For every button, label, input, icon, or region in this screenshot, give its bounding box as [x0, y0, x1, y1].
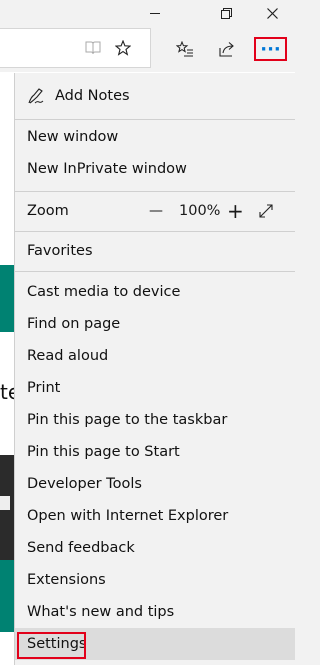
zoom-out-button[interactable]: —: [149, 195, 163, 227]
zoom-level-value: 100%: [179, 203, 221, 219]
menu-item-print[interactable]: Print: [15, 372, 295, 404]
full-screen-button[interactable]: [258, 195, 274, 227]
page-teal-block: [0, 265, 14, 332]
menu-item-whats-new[interactable]: What's new and tips: [15, 596, 295, 628]
close-icon: [266, 7, 278, 19]
page-partial-icon: [0, 496, 10, 510]
menu-item-label: Pin this page to the taskbar: [27, 412, 228, 428]
more-label: ···: [260, 38, 281, 60]
menu-separator: [15, 231, 295, 232]
settings-and-more-menu: Add Notes New window New InPrivate windo…: [14, 73, 295, 665]
title-bar: [0, 0, 295, 26]
menu-item-label: What's new and tips: [27, 604, 175, 620]
menu-item-label: Pin this page to Start: [27, 444, 180, 460]
book-icon: [85, 41, 101, 55]
menu-item-label: New window: [27, 129, 119, 145]
restore-button[interactable]: [206, 0, 246, 26]
minimize-icon: [150, 12, 160, 14]
menu-item-read-aloud[interactable]: Read aloud: [15, 340, 295, 372]
menu-item-favorites[interactable]: Favorites: [15, 235, 295, 267]
menu-item-label: Send feedback: [27, 540, 135, 556]
browser-toolbar: ···: [0, 26, 295, 72]
menu-separator: [15, 191, 295, 192]
menu-item-cast-media[interactable]: Cast media to device: [15, 276, 295, 308]
favorites-hub-button[interactable]: [170, 34, 200, 64]
settings-and-more-button[interactable]: ···: [254, 37, 287, 61]
menu-item-new-window[interactable]: New window: [15, 121, 295, 153]
menu-item-send-feedback[interactable]: Send feedback: [15, 532, 295, 564]
menu-item-add-notes[interactable]: Add Notes: [15, 80, 295, 112]
menu-item-developer-tools[interactable]: Developer Tools: [15, 468, 295, 500]
menu-item-label: Cast media to device: [27, 284, 181, 300]
menu-separator: [15, 271, 295, 272]
minus-icon: —: [149, 203, 163, 219]
share-button[interactable]: [212, 34, 242, 64]
minimize-button[interactable]: [135, 0, 175, 26]
zoom-in-button[interactable]: +: [227, 195, 244, 227]
menu-item-extensions[interactable]: Extensions: [15, 564, 295, 596]
menu-separator: [15, 119, 295, 120]
menu-item-label: Developer Tools: [27, 476, 142, 492]
menu-item-label: Extensions: [27, 572, 106, 588]
menu-item-label: Add Notes: [55, 88, 130, 104]
pen-icon: [28, 88, 44, 104]
plus-icon: +: [227, 199, 244, 223]
address-bar[interactable]: [0, 28, 151, 68]
menu-item-label: Favorites: [27, 243, 93, 259]
settings-highlight-box: [17, 632, 86, 659]
menu-item-pin-to-start[interactable]: Pin this page to Start: [15, 436, 295, 468]
zoom-label: Zoom: [27, 203, 69, 219]
add-favorite-button[interactable]: [108, 33, 138, 63]
star-icon: [115, 40, 131, 56]
menu-item-find-on-page[interactable]: Find on page: [15, 308, 295, 340]
menu-item-label: Print: [27, 380, 61, 396]
favorites-list-icon: [176, 41, 193, 57]
menu-item-label: New InPrivate window: [27, 161, 187, 177]
full-screen-icon: [259, 204, 273, 218]
restore-icon: [220, 7, 232, 19]
menu-item-label: Open with Internet Explorer: [27, 508, 229, 524]
share-icon: [219, 42, 234, 57]
reading-view-button[interactable]: [78, 33, 108, 63]
menu-item-pin-to-taskbar[interactable]: Pin this page to the taskbar: [15, 404, 295, 436]
menu-item-new-inprivate-window[interactable]: New InPrivate window: [15, 153, 295, 185]
menu-item-label: Read aloud: [27, 348, 109, 364]
menu-item-label: Find on page: [27, 316, 121, 332]
menu-item-open-with-ie[interactable]: Open with Internet Explorer: [15, 500, 295, 532]
page-teal-block: [0, 560, 14, 632]
close-button[interactable]: [252, 0, 292, 26]
